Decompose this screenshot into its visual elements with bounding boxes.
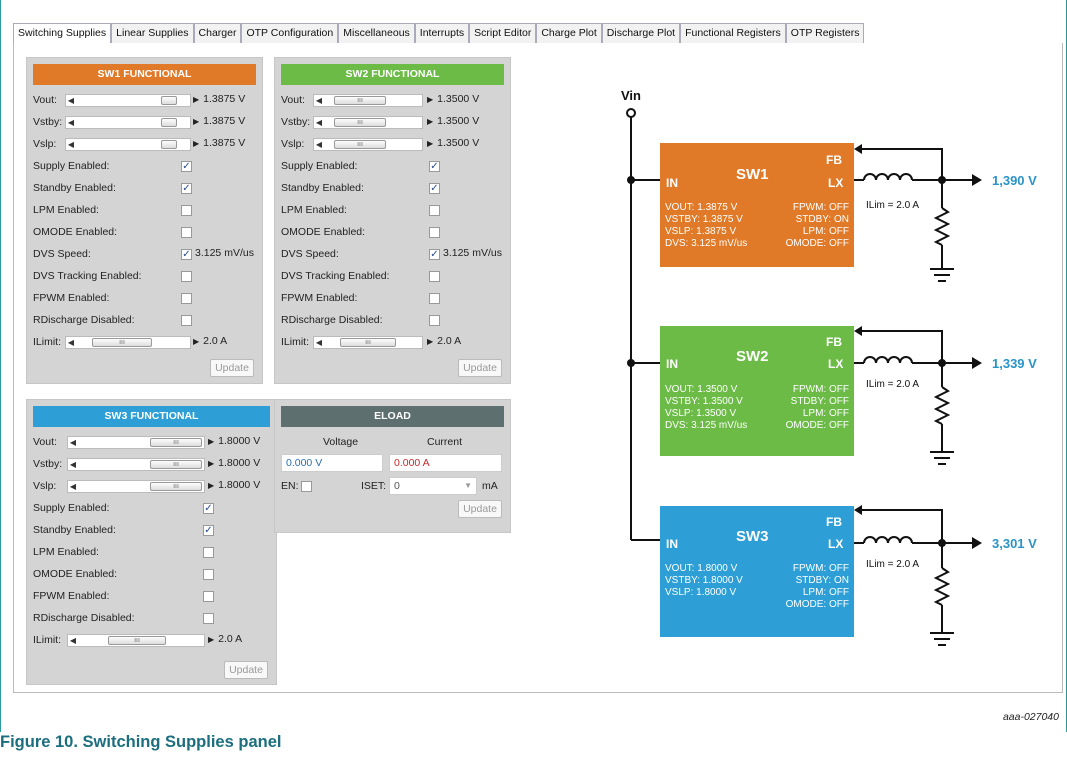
sw2-in-label: IN (666, 357, 678, 371)
vin-label: Vin (621, 88, 641, 103)
tab-otp-configuration[interactable]: OTP Configuration (241, 23, 339, 43)
tab-charger[interactable]: Charger (193, 23, 242, 43)
sw2-block-name: SW2 (736, 348, 769, 365)
sw2-output-voltage: 1,339 V (992, 356, 1037, 371)
sw2-fpwm-text: FPWM: OFF (793, 384, 849, 395)
junction-dot (627, 359, 635, 367)
sw3-omode-text: OMODE: OFF (786, 599, 849, 610)
junction-dot (938, 176, 946, 184)
arrow-right-icon (972, 537, 982, 549)
sw1-vslp-text: VSLP: 1.3875 V (665, 226, 736, 237)
resistor-icon (933, 386, 951, 425)
sw3-ilim-label: ILim = 2.0 A (866, 559, 919, 570)
junction-dot (938, 359, 946, 367)
tab-switching-supplies[interactable]: Switching Supplies (13, 23, 112, 44)
tab-functional-registers[interactable]: Functional Registers (680, 23, 786, 43)
sw2-block: SW2 IN FB LX VOUT: 1.3500 V VSTBY: 1.350… (660, 326, 854, 456)
sw1-dvs-text: DVS: 3.125 mV/us (665, 238, 747, 249)
tab-charge-plot[interactable]: Charge Plot (536, 23, 602, 43)
sw3-fb-label: FB (826, 515, 842, 529)
sw3-fpwm-text: FPWM: OFF (793, 563, 849, 574)
figure-caption: Figure 10. Switching Supplies panel (0, 733, 282, 751)
sw2-lx-label: LX (828, 357, 843, 371)
sw2-ilim-label: ILim = 2.0 A (866, 379, 919, 390)
resistor-icon (933, 567, 951, 606)
arrow-right-icon (972, 357, 982, 369)
sw1-block: SW1 IN FB LX VOUT: 1.3875 V VSTBY: 1.387… (660, 143, 854, 267)
sw1-ilim-label: ILim = 2.0 A (866, 200, 919, 211)
sw1-output-voltage: 1,390 V (992, 173, 1037, 188)
tab-discharge-plot[interactable]: Discharge Plot (601, 23, 681, 43)
sw2-lpm-text: LPM: OFF (803, 408, 849, 419)
sw1-lx-label: LX (828, 176, 843, 190)
sw3-block: SW3 IN FB LX VOUT: 1.8000 V VSTBY: 1.800… (660, 506, 854, 637)
sw3-in-label: IN (666, 537, 678, 551)
sw1-output-circuit (854, 144, 982, 282)
sw1-block-name: SW1 (736, 166, 769, 183)
sw3-lx-label: LX (828, 537, 843, 551)
sw1-lpm-text: LPM: OFF (803, 226, 849, 237)
sw3-block-name: SW3 (736, 528, 769, 545)
sw2-vout-text: VOUT: 1.3500 V (665, 384, 738, 395)
block-diagram: Vin SW1 IN FB LX VOUT: 1.3875 V VSTBY: 1… (621, 88, 1037, 646)
tab-bar: Switching Supplies Linear Supplies Charg… (13, 23, 865, 44)
sw2-dvs-text: DVS: 3.125 mV/us (665, 420, 747, 431)
sw2-stdby-text: STDBY: OFF (791, 396, 849, 407)
sw1-stdby-text: STDBY: ON (796, 214, 849, 225)
sw2-vslp-text: VSLP: 1.3500 V (665, 408, 736, 419)
sw1-vout-text: VOUT: 1.3875 V (665, 202, 738, 213)
sw3-vstby-text: VSTBY: 1.8000 V (665, 575, 743, 586)
inductor-icon (863, 173, 913, 181)
tab-interrupts[interactable]: Interrupts (414, 23, 470, 43)
sw2-output-circuit (854, 326, 982, 465)
tab-miscellaneous[interactable]: Miscellaneous (338, 23, 415, 43)
figure-id: aaa-027040 (1002, 711, 1059, 723)
tab-content: SW1 FUNCTIONAL Vout: ◀ ▶ 1.3875 V Vstby: … (13, 43, 1063, 693)
sw3-vslp-text: VSLP: 1.8000 V (665, 587, 736, 598)
sw1-in-label: IN (666, 176, 678, 190)
sw3-lpm-text: LPM: OFF (803, 587, 849, 598)
sw3-output-voltage: 3,301 V (992, 536, 1037, 551)
arrow-left-icon (854, 505, 862, 515)
junction-dot (627, 176, 635, 184)
arrow-left-icon (854, 144, 862, 154)
tab-linear-supplies[interactable]: Linear Supplies (111, 23, 194, 43)
sw2-vstby-text: VSTBY: 1.3500 V (665, 396, 743, 407)
sw3-output-circuit (854, 505, 982, 646)
inductor-icon (863, 536, 913, 544)
sw2-fb-label: FB (826, 335, 842, 349)
sw1-fb-label: FB (826, 153, 842, 167)
vin-terminal (626, 108, 636, 118)
resistor-icon (933, 207, 951, 246)
sw1-fpwm-text: FPWM: OFF (793, 202, 849, 213)
arrow-right-icon (972, 174, 982, 186)
arrow-left-icon (854, 326, 862, 336)
tab-script-editor[interactable]: Script Editor (469, 23, 537, 43)
sw1-vstby-text: VSTBY: 1.3875 V (665, 214, 743, 225)
sw3-vout-text: VOUT: 1.8000 V (665, 563, 738, 574)
junction-dot (938, 539, 946, 547)
tab-otp-registers[interactable]: OTP Registers (785, 23, 865, 43)
inductor-icon (863, 356, 913, 364)
sw3-stdby-text: STDBY: ON (796, 575, 849, 586)
sw1-omode-text: OMODE: OFF (786, 238, 849, 249)
sw2-omode-text: OMODE: OFF (786, 420, 849, 431)
